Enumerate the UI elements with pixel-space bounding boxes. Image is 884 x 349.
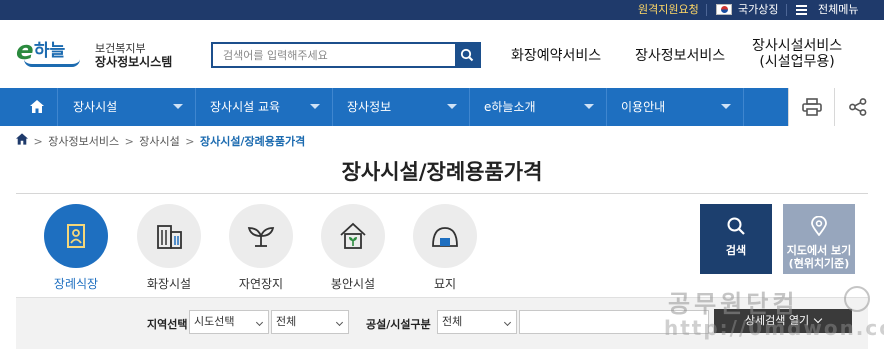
category-circle: [321, 204, 385, 268]
map-view-button[interactable]: 지도에서 보기 (현위치기준): [783, 204, 855, 274]
share-button[interactable]: [834, 88, 884, 126]
crematorium-icon: [157, 225, 182, 249]
chevron-down-icon: [503, 318, 512, 327]
category-label: 자연장지: [238, 277, 284, 291]
region-label: 지역선택: [147, 318, 188, 331]
remote-support-link[interactable]: 원격지원요청: [638, 0, 699, 20]
category-label: 묘지: [433, 277, 457, 291]
detail-search-toggle-label: 상세검색 열기: [744, 314, 810, 327]
cemetery-icon: [432, 227, 458, 247]
detail-search-toggle-button[interactable]: 상세검색 열기: [714, 309, 852, 333]
nav-item-about[interactable]: e하늘소개: [470, 88, 607, 126]
chevron-down-icon: [813, 314, 823, 324]
sido-select-value: 시도선택: [194, 315, 235, 328]
sido-select[interactable]: 시도선택: [189, 310, 269, 334]
utility-bar: 원격지원요청 국가상징 전체메뉴: [0, 0, 884, 20]
sigungu-select[interactable]: 전체: [271, 310, 349, 334]
facility-search-button[interactable]: 검색: [700, 204, 772, 274]
logo-arc-icon: [24, 59, 80, 67]
map-view-label-line1: 지도에서 보기: [786, 244, 852, 257]
search-box: [211, 42, 481, 68]
nav-item-funeral-info[interactable]: 장사정보: [333, 88, 470, 126]
chevron-down-icon: [255, 318, 264, 327]
facility-service-link[interactable]: 장사시설서비스 (시설업무용): [752, 38, 842, 70]
home-icon: [16, 132, 28, 145]
breadcrumb: > 장사정보서비스 > 장사시설 > 장사시설/장례용품가격: [16, 132, 306, 149]
nav-item-label: 장사시설 교육: [210, 100, 281, 114]
hamburger-icon[interactable]: [796, 5, 807, 15]
funeral-info-service-link[interactable]: 장사정보서비스: [635, 45, 725, 65]
category-cemetery[interactable]: 묘지: [413, 204, 477, 294]
printer-icon: [802, 98, 822, 116]
chevron-down-icon: [584, 104, 594, 109]
search-submit-button[interactable]: [455, 44, 479, 66]
search-input[interactable]: [213, 44, 455, 66]
map-pin-icon: [811, 216, 827, 236]
page-title: 장사시설/장례용품가격: [341, 160, 543, 184]
facility-search-label: 검색: [725, 244, 747, 257]
category-label: 장례식장: [53, 277, 99, 291]
type-label: 공설/시설구분: [366, 318, 431, 331]
category-label: 봉안시설: [330, 277, 376, 291]
breadcrumb-item[interactable]: 장사시설: [139, 133, 179, 149]
nav-item-guide[interactable]: 이용안내: [607, 88, 744, 126]
nav-home-button[interactable]: [16, 88, 58, 126]
breadcrumb-item[interactable]: 장사정보서비스: [48, 133, 119, 149]
breadcrumb-separator: >: [124, 134, 134, 148]
type-select[interactable]: 전체: [437, 310, 517, 334]
search-icon: [460, 48, 474, 62]
chevron-down-icon: [310, 104, 320, 109]
breadcrumb-separator: >: [185, 134, 195, 148]
chevron-down-icon: [721, 104, 731, 109]
breadcrumb-home-link[interactable]: [16, 132, 28, 149]
nav-item-label: 이용안내: [621, 100, 666, 114]
type-select-value: 전체: [442, 315, 463, 328]
map-view-label-line2: (현위치기준): [788, 257, 850, 270]
logo-haneul-mark: 하늘: [34, 41, 66, 61]
divider: [786, 4, 787, 16]
title-divider: [16, 193, 868, 194]
category-circle: [229, 204, 293, 268]
cremation-reservation-link[interactable]: 화장예약서비스: [511, 45, 601, 65]
site-logo[interactable]: e 하늘 보건복지부 장사정보시스템: [16, 37, 172, 71]
breadcrumb-current: 장사시설/장례용품가격: [199, 135, 306, 148]
category-funeral-hall[interactable]: 장례식장: [44, 204, 108, 294]
funeral-hall-icon: [67, 224, 85, 248]
sigungu-select-value: 전체: [276, 315, 297, 328]
nav-item-label: e하늘소개: [484, 100, 536, 114]
natural-burial-icon: [247, 227, 275, 247]
facility-name-input[interactable]: [519, 310, 709, 334]
category-circle: [137, 204, 201, 268]
divider: [706, 4, 707, 16]
main-navigation: 장사시설 장사시설 교육 장사정보 e하늘소개 이용안내: [0, 88, 884, 126]
category-charnel-house[interactable]: 봉안시설: [321, 204, 385, 294]
chevron-down-icon: [447, 104, 457, 109]
korea-flag-icon: [716, 4, 732, 15]
nav-item-facility-education[interactable]: 장사시설 교육: [196, 88, 333, 126]
category-label: 화장시설: [146, 277, 192, 291]
share-icon: [849, 98, 867, 116]
map-view-label: 지도에서 보기 (현위치기준): [783, 244, 855, 270]
nav-item-facilities[interactable]: 장사시설: [59, 88, 196, 126]
all-menu-link[interactable]: 전체메뉴: [818, 0, 858, 20]
breadcrumb-separator: >: [33, 134, 43, 148]
print-button[interactable]: [788, 88, 834, 126]
logo-system-text: 장사정보시스템: [95, 55, 173, 69]
facility-service-line2: (시설업무용): [759, 54, 835, 70]
category-circle: [44, 204, 108, 268]
nav-item-label: 장사시설: [73, 100, 118, 114]
category-circle: [413, 204, 477, 268]
national-symbol-link[interactable]: 국가상징: [738, 0, 778, 20]
category-crematorium[interactable]: 화장시설: [137, 204, 201, 294]
chevron-down-icon: [173, 104, 183, 109]
home-icon: [30, 100, 44, 113]
chevron-down-icon: [335, 318, 344, 327]
category-natural-burial[interactable]: 자연장지: [229, 204, 293, 294]
nav-item-label: 장사정보: [347, 100, 392, 114]
facility-service-line1: 장사시설서비스: [752, 38, 843, 54]
charnel-house-icon: [340, 222, 366, 249]
search-icon: [727, 217, 745, 235]
